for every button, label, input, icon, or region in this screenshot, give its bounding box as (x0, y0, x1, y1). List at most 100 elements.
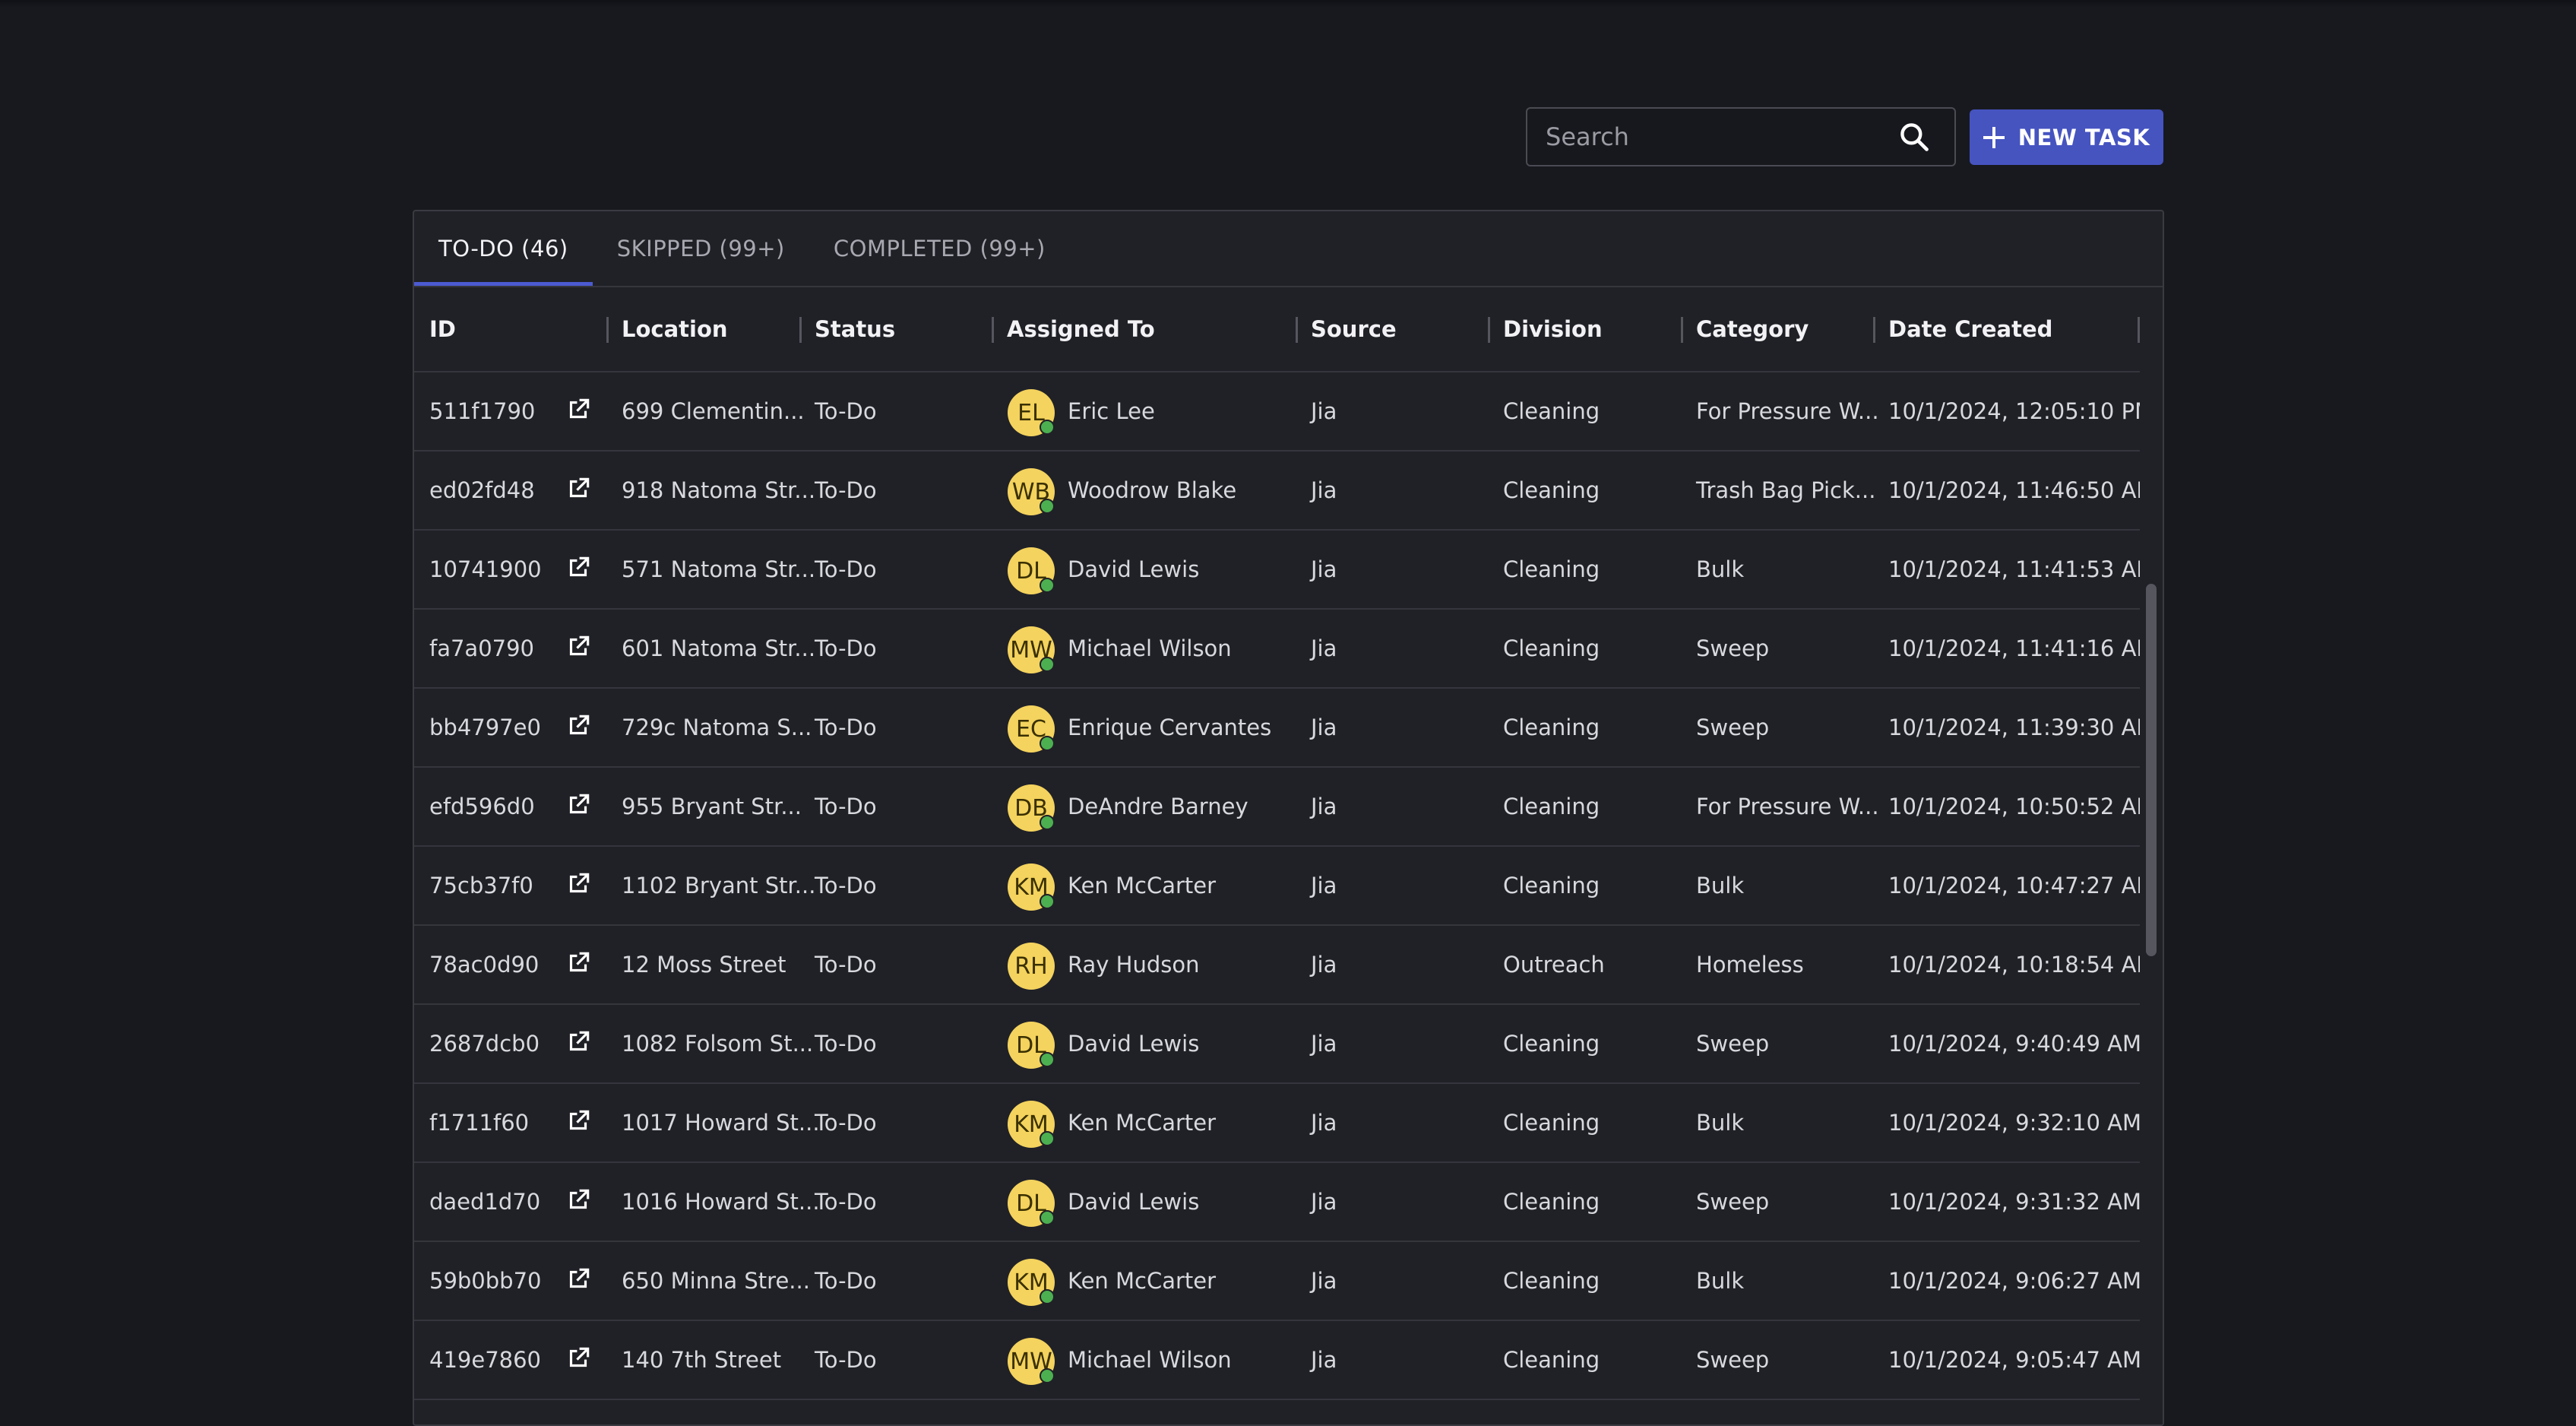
open-in-new-icon[interactable] (564, 632, 593, 661)
table-row[interactable]: efd596d0 955 Bryant Str... To-Do DB DeAn… (414, 768, 2155, 847)
table-body: 511f1790 699 Clementin... To-Do EL Eric … (414, 372, 2163, 1400)
task-id: 2687dcb0 (429, 1031, 540, 1057)
table-row[interactable]: daed1d70 1016 Howard St... To-Do DL Davi… (414, 1163, 2141, 1242)
online-status-dot (1040, 499, 1055, 514)
task-category: Trash Bag Pick... (1696, 477, 1876, 503)
table-row[interactable]: 75cb37f0 1102 Bryant Str... To-Do KM Ken… (414, 847, 2155, 926)
task-location: 12 Moss Street (622, 952, 786, 978)
tasks-panel: TO-DO (46) SKIPPED (99+) COMPLETED (99+)… (413, 210, 2164, 1426)
task-location: 1102 Bryant Str... (622, 873, 816, 898)
table-row[interactable]: f1711f60 1017 Howard St... To-Do KM Ken … (414, 1084, 2141, 1163)
column-resize-handle[interactable] (992, 317, 994, 343)
table-row[interactable]: 419e7860 140 7th Street To-Do MW Michael… (414, 1321, 2141, 1400)
task-location: 699 Clementin... (622, 398, 805, 424)
task-id: 59b0bb70 (429, 1268, 542, 1294)
task-source: Jia (1311, 715, 1337, 740)
column-resize-handle[interactable] (799, 317, 802, 343)
table-row[interactable]: 10741900 571 Natoma Str... To-Do DL Davi… (414, 531, 2155, 610)
column-header-status[interactable]: Status (815, 287, 895, 371)
task-category: Homeless (1696, 952, 1804, 978)
search-box[interactable] (1526, 107, 1956, 166)
task-division: Outreach (1503, 952, 1605, 978)
column-resize-handle[interactable] (2138, 317, 2140, 343)
task-location: 955 Bryant Str... (622, 794, 802, 819)
task-id: 511f1790 (429, 398, 536, 424)
online-status-dot (1040, 1289, 1055, 1304)
open-in-new-icon[interactable] (564, 791, 593, 819)
avatar: KM (1008, 864, 1055, 911)
open-in-new-icon[interactable] (564, 870, 593, 898)
table-row[interactable]: 59b0bb70 650 Minna Stre... To-Do KM Ken … (414, 1242, 2141, 1321)
open-in-new-icon[interactable] (564, 553, 593, 582)
task-id: efd596d0 (429, 794, 535, 819)
open-in-new-icon[interactable] (564, 949, 593, 978)
avatar: DL (1008, 1180, 1055, 1227)
assignee-name: Woodrow Blake (1068, 477, 1237, 503)
open-in-new-icon[interactable] (564, 1107, 593, 1136)
table-row[interactable]: 2687dcb0 1082 Folsom St... To-Do DL Davi… (414, 1005, 2141, 1084)
scrollbar-thumb[interactable] (2146, 584, 2157, 956)
column-header-category[interactable]: Category (1696, 287, 1809, 371)
table-row[interactable]: 511f1790 699 Clementin... To-Do EL Eric … (414, 372, 2154, 452)
column-resize-handle[interactable] (1873, 317, 1875, 343)
table-row[interactable]: fa7a0790 601 Natoma Str... To-Do MW Mich… (414, 610, 2155, 689)
task-category: Bulk (1696, 1110, 1745, 1136)
open-in-new-icon[interactable] (564, 395, 593, 424)
task-id: f1711f60 (429, 1110, 530, 1136)
assignee-name: David Lewis (1068, 1189, 1200, 1215)
task-category: For Pressure W... (1696, 794, 1879, 819)
task-status: To-Do (815, 873, 877, 898)
task-status: To-Do (815, 477, 877, 503)
column-header-assigned-to[interactable]: Assigned To (1007, 287, 1155, 371)
task-division: Cleaning (1503, 1268, 1600, 1294)
open-in-new-icon[interactable] (564, 1344, 593, 1373)
table-row[interactable]: 78ac0d90 12 Moss Street To-Do RH Ray Hud… (414, 926, 2155, 1005)
assignee-name: David Lewis (1068, 556, 1200, 582)
column-header-id[interactable]: ID (429, 287, 456, 371)
assignee-name: Ken McCarter (1068, 1268, 1217, 1294)
task-status: To-Do (815, 1268, 877, 1294)
task-division: Cleaning (1503, 398, 1600, 424)
task-date-created: 10/1/2024, 11:46:50 AM (1888, 477, 2156, 503)
column-resize-handle[interactable] (1488, 317, 1490, 343)
scrollbar[interactable] (2140, 371, 2163, 1424)
avatar: KM (1008, 1259, 1055, 1306)
task-status: To-Do (815, 1031, 877, 1057)
task-location: 1017 Howard St... (622, 1110, 820, 1136)
column-resize-handle[interactable] (1681, 317, 1683, 343)
avatar: EC (1008, 705, 1055, 753)
tab-skipped[interactable]: SKIPPED (99+) (593, 211, 809, 286)
task-source: Jia (1311, 794, 1337, 819)
task-date-created: 10/1/2024, 12:05:10 PM (1888, 398, 2154, 424)
table-row[interactable]: ed02fd48 918 Natoma Str... To-Do WB Wood… (414, 452, 2155, 531)
column-header-date-created[interactable]: Date Created (1888, 287, 2052, 371)
search-icon[interactable] (1894, 116, 1935, 157)
column-header-source[interactable]: Source (1311, 287, 1397, 371)
tab-completed[interactable]: COMPLETED (99+) (809, 211, 1070, 286)
open-in-new-icon[interactable] (564, 1028, 593, 1057)
task-location: 918 Natoma Str... (622, 477, 816, 503)
open-in-new-icon[interactable] (564, 1265, 593, 1294)
avatar: KM (1008, 1101, 1055, 1148)
tab-todo[interactable]: TO-DO (46) (414, 211, 593, 286)
task-category: Sweep (1696, 1189, 1770, 1215)
task-source: Jia (1311, 1268, 1337, 1294)
assignee-name: Eric Lee (1068, 398, 1155, 424)
new-task-button[interactable]: NEW TASK (1970, 109, 2163, 165)
task-date-created: 10/1/2024, 9:40:49 AM (1888, 1031, 2142, 1057)
task-category: Sweep (1696, 1031, 1770, 1057)
task-date-created: 10/1/2024, 11:41:16 AM (1888, 635, 2156, 661)
open-in-new-icon[interactable] (564, 711, 593, 740)
search-input[interactable] (1527, 108, 1894, 166)
column-header-location[interactable]: Location (622, 287, 728, 371)
column-header-division[interactable]: Division (1503, 287, 1603, 371)
open-in-new-icon[interactable] (564, 1186, 593, 1215)
column-resize-handle[interactable] (1296, 317, 1298, 343)
task-id: 10741900 (429, 556, 542, 582)
table-row[interactable]: bb4797e0 729c Natoma S... To-Do EC Enriq… (414, 689, 2155, 768)
online-status-dot (1040, 420, 1055, 435)
online-status-dot (1040, 657, 1055, 672)
open-in-new-icon[interactable] (564, 474, 593, 503)
online-status-dot (1040, 815, 1055, 830)
column-resize-handle[interactable] (606, 317, 609, 343)
